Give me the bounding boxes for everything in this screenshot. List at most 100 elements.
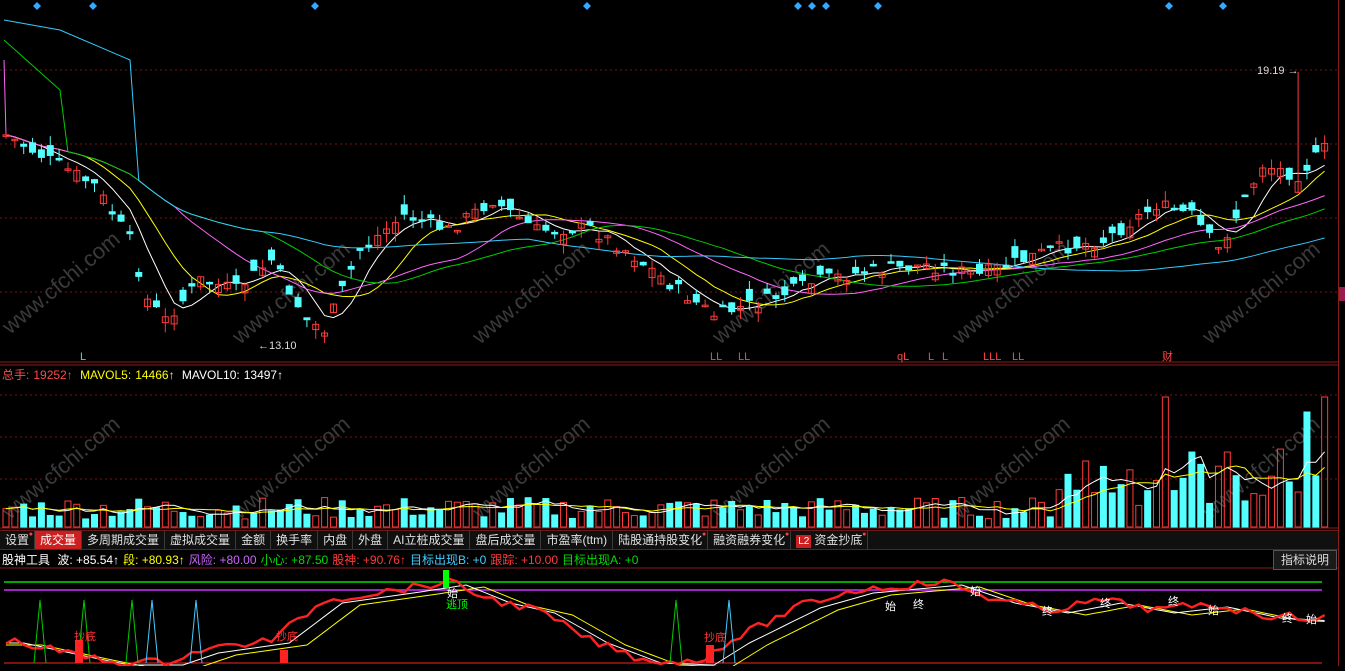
volume-bar (188, 515, 196, 528)
volume-bar (737, 509, 745, 528)
volume-bar (1188, 451, 1196, 528)
volume-bar (1312, 475, 1320, 528)
tab-2[interactable]: 多周期成交量 (82, 531, 166, 549)
indicator-signal-6: 终 (913, 597, 924, 611)
indicator-signal-5: 始 (885, 599, 896, 613)
candle-body (285, 285, 293, 295)
tab-1[interactable]: 成交量 (35, 531, 83, 549)
signal-label-1: LL (710, 351, 722, 363)
indicator-tabs: 设置 ● 成交量 多周期成交量 虚拟成交量 金额 换手率 内盘 外盘 AI立桩成交量 盘后成交量 市盈… (0, 530, 1338, 550)
tab-11[interactable]: 陆股通持股变化 ● (613, 531, 709, 549)
volume-bar (577, 510, 585, 528)
candle-body (586, 221, 594, 226)
volume-bar (595, 511, 603, 528)
volume-bar (1303, 411, 1311, 528)
indicator-signal-7: 终 (1042, 604, 1053, 618)
volume-bar (108, 515, 116, 528)
indicator-name[interactable]: 股神工具 (2, 553, 50, 567)
tab-4[interactable]: 金额 (236, 531, 272, 549)
volume-bar (506, 498, 514, 528)
tab-8[interactable]: AI立桩成交量 (388, 531, 471, 549)
volume-bar (940, 517, 948, 528)
volume-bar (754, 514, 762, 528)
tab-dot-icon: ● (28, 531, 34, 538)
candle-body (816, 265, 824, 275)
volume-bar (976, 515, 983, 528)
volume-bar (1250, 493, 1258, 528)
candle-body (409, 217, 417, 221)
signal-label-0: L (80, 351, 86, 363)
watermark-text: www.cfchi.com (946, 236, 1074, 349)
candle-body (639, 261, 647, 266)
tab-0[interactable]: 设置 ● (0, 531, 36, 549)
diamond-marker-icon[interactable] (808, 2, 816, 10)
chaodi-bar (280, 650, 288, 663)
mavol10-value: 13497↑ (243, 368, 284, 382)
candle-body (400, 204, 408, 215)
indicator-spike (33, 599, 47, 664)
candle-body (1144, 206, 1152, 213)
low-price-label: ←13.10 (258, 340, 297, 352)
signal-label-7: LL (1012, 351, 1024, 363)
signal-label-6: LLL (983, 351, 1001, 363)
tab-9[interactable]: 盘后成交量 (470, 531, 542, 549)
candle-body (542, 224, 550, 231)
diamond-marker-icon[interactable] (311, 2, 319, 10)
candle-body (551, 231, 559, 235)
volume-bar (418, 514, 426, 528)
tab-label: AI立桩成交量 (393, 533, 465, 547)
watermark-text: www.cfchi.com (0, 226, 125, 339)
diamond-marker-icon[interactable] (822, 2, 830, 10)
candle-body (790, 277, 798, 284)
tab-label: 金额 (241, 533, 266, 547)
indicator-item-2: 风险: +80.00 (188, 553, 257, 567)
candle-body (1011, 246, 1019, 258)
volume-bar (64, 500, 72, 528)
volume-bar (329, 516, 337, 528)
tab-12[interactable]: 融资融券变化 ● (708, 531, 792, 549)
candle-body (692, 293, 700, 303)
tab-6[interactable]: 内盘 (318, 531, 354, 549)
volume-bar (117, 511, 125, 528)
candle-body (852, 266, 860, 274)
ma30-line (3, 39, 1325, 287)
volume-bar (91, 514, 98, 528)
signal-label-3: qL (897, 351, 909, 363)
volume-bar (683, 502, 691, 528)
volume-bar (37, 502, 45, 528)
diamond-marker-icon[interactable] (874, 2, 882, 10)
volume-bar (400, 498, 408, 528)
diamond-marker-icon[interactable] (583, 2, 591, 10)
tab-3[interactable]: 虚拟成交量 (165, 531, 237, 549)
volume-bar (365, 515, 373, 528)
diamond-marker-icon[interactable] (89, 2, 97, 10)
volume-bar (206, 514, 214, 528)
volume-bar (170, 510, 178, 528)
candle-body (303, 317, 311, 321)
diamond-marker-icon[interactable] (1219, 2, 1227, 10)
volume-bar (223, 512, 231, 528)
indicator-signal-10: 始 (1208, 603, 1219, 617)
tab-dot-icon: ● (784, 531, 790, 538)
indicator-help-button[interactable]: 指标说明 (1273, 550, 1337, 570)
volume-bar (46, 514, 54, 528)
tab-13[interactable]: L2 资金抄底 ● (791, 531, 869, 549)
volume-bar (391, 509, 399, 528)
volume-bar (860, 512, 868, 528)
signal-label-5: L (942, 351, 948, 363)
candle-body (1188, 202, 1196, 211)
volume-bar (1117, 484, 1125, 528)
candle-body (666, 284, 674, 290)
tab-10[interactable]: 市盈率(ttm) (541, 531, 614, 549)
tab-7[interactable]: 外盘 (353, 531, 389, 549)
volume-bar (1099, 465, 1107, 528)
diamond-marker-icon[interactable] (1165, 2, 1173, 10)
indicator-signal-1: 抄底 (276, 629, 298, 643)
ma20-line (3, 59, 1325, 295)
diamond-marker-icon[interactable] (794, 2, 802, 10)
tab-5[interactable]: 换手率 (271, 531, 319, 549)
diamond-marker-icon[interactable] (33, 2, 41, 10)
candle-body (46, 145, 54, 156)
volume-bar (1108, 492, 1116, 528)
volume-bar (144, 506, 152, 528)
